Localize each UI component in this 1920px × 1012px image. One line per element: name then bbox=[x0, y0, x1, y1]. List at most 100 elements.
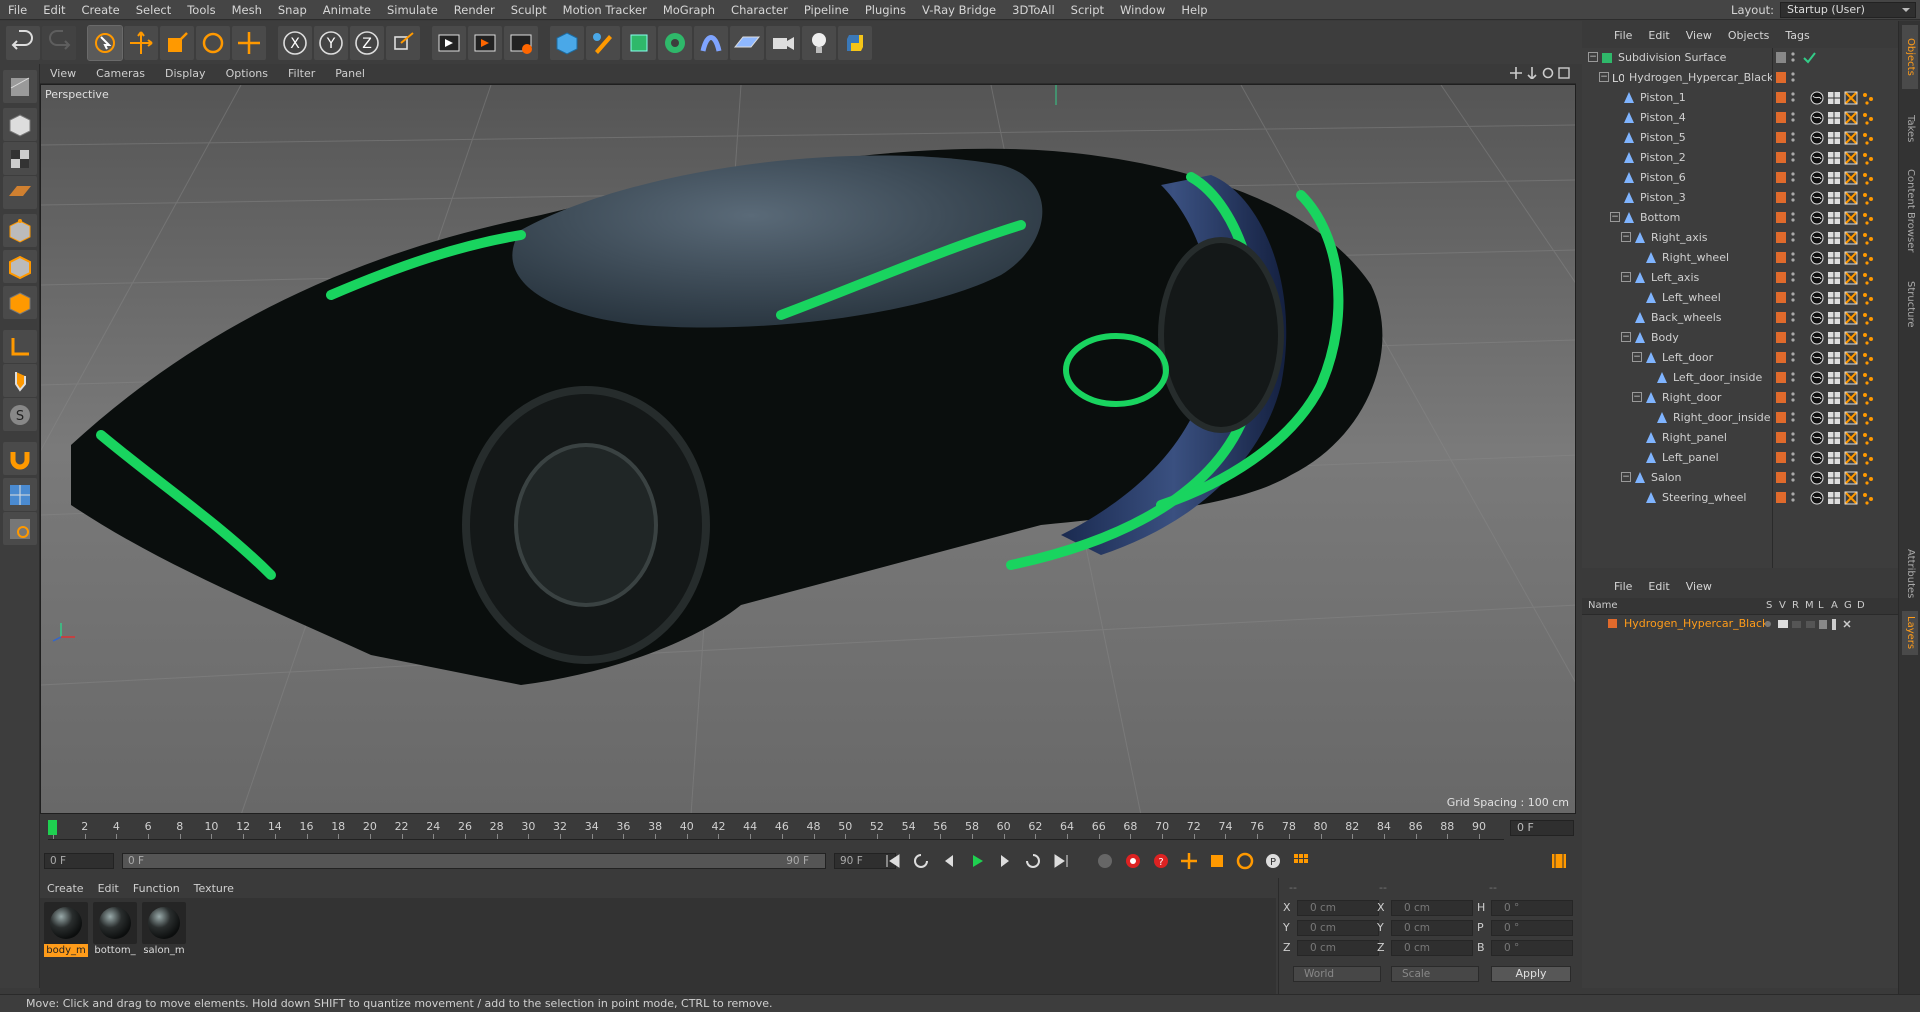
deformer-button[interactable] bbox=[694, 25, 728, 60]
uvw-tag-icon[interactable] bbox=[1827, 471, 1842, 485]
uvw-tag-icon[interactable] bbox=[1827, 451, 1842, 465]
weight-tag-icon[interactable] bbox=[1861, 291, 1876, 305]
motion-record-button[interactable] bbox=[1092, 850, 1118, 872]
menu-select[interactable]: Select bbox=[128, 0, 179, 20]
coord-value-field[interactable]: 0 cm bbox=[1391, 940, 1473, 956]
object-row[interactable]: Piston_5 bbox=[1582, 128, 1898, 148]
workplane-button[interactable] bbox=[3, 176, 37, 209]
texture-tag-icon[interactable] bbox=[1810, 271, 1825, 285]
coord-value-field[interactable]: 0 ° bbox=[1491, 900, 1573, 916]
enabled-check-icon[interactable] bbox=[1802, 51, 1817, 65]
layer-color-swatch[interactable] bbox=[1776, 432, 1786, 443]
viewport-menu-view[interactable]: View bbox=[40, 67, 86, 80]
play-button[interactable] bbox=[964, 850, 990, 872]
layer-color-swatch[interactable] bbox=[1776, 412, 1786, 423]
object-row[interactable]: Back_wheels bbox=[1582, 308, 1898, 328]
transform-button[interactable] bbox=[232, 25, 266, 60]
phong-tag-icon[interactable] bbox=[1844, 311, 1859, 325]
object-row[interactable]: Piston_4 bbox=[1582, 108, 1898, 128]
layer-color-swatch[interactable] bbox=[1776, 212, 1786, 223]
visibility-dots[interactable] bbox=[1790, 450, 1796, 464]
layer-color-swatch[interactable] bbox=[1776, 472, 1786, 483]
uvw-tag-icon[interactable] bbox=[1827, 111, 1842, 125]
phong-tag-icon[interactable] bbox=[1844, 351, 1859, 365]
menu-sculpt[interactable]: Sculpt bbox=[503, 0, 555, 20]
phong-tag-icon[interactable] bbox=[1844, 491, 1859, 505]
texture-tag-icon[interactable] bbox=[1810, 91, 1825, 105]
uvw-tag-icon[interactable] bbox=[1827, 91, 1842, 105]
menu-character[interactable]: Character bbox=[723, 0, 796, 20]
object-row[interactable]: − Subdivision Surface bbox=[1582, 48, 1898, 68]
points-mode-button[interactable] bbox=[3, 214, 37, 247]
object-row[interactable]: Left_door_inside bbox=[1582, 368, 1898, 388]
polygons-mode-button[interactable] bbox=[3, 286, 37, 319]
uvw-tag-icon[interactable] bbox=[1827, 151, 1842, 165]
tree-expander-icon[interactable]: − bbox=[1621, 232, 1631, 242]
uvw-tag-icon[interactable] bbox=[1827, 271, 1842, 285]
phong-tag-icon[interactable] bbox=[1844, 91, 1859, 105]
frame-range-slider[interactable]: 0 F 90 F bbox=[122, 853, 826, 869]
record-keys-button[interactable] bbox=[1120, 850, 1146, 872]
uvw-tag-icon[interactable] bbox=[1827, 131, 1842, 145]
3d-viewport[interactable]: Perspective Grid Spacing : 100 cm bbox=[40, 84, 1576, 814]
key-rotation-button[interactable] bbox=[1232, 850, 1258, 872]
key-pla-button[interactable] bbox=[1288, 850, 1314, 872]
coord-value-field[interactable]: 0 cm bbox=[1391, 900, 1473, 916]
grid-snap-button[interactable] bbox=[3, 478, 37, 511]
side-tab-layers[interactable]: Layers bbox=[1902, 611, 1918, 655]
object-row[interactable]: Piston_3 bbox=[1582, 188, 1898, 208]
visibility-dots[interactable] bbox=[1790, 270, 1796, 284]
layout-dropdown[interactable]: Startup (User) bbox=[1780, 2, 1916, 18]
phong-tag-icon[interactable] bbox=[1844, 451, 1859, 465]
object-row[interactable]: Right_door_inside bbox=[1582, 408, 1898, 428]
side-tab-attributes[interactable]: Attributes bbox=[1902, 541, 1918, 607]
object-menu-tags[interactable]: Tags bbox=[1777, 29, 1817, 42]
tree-expander-icon[interactable]: − bbox=[1588, 52, 1598, 62]
side-tab-content-browser[interactable]: Content Browser bbox=[1902, 161, 1918, 261]
undo-button[interactable] bbox=[6, 25, 40, 60]
menu-simulate[interactable]: Simulate bbox=[379, 0, 446, 20]
material-swatch[interactable]: bottom_ bbox=[93, 902, 137, 962]
texture-tag-icon[interactable] bbox=[1810, 191, 1825, 205]
cube-button[interactable] bbox=[550, 25, 584, 60]
weight-tag-icon[interactable] bbox=[1861, 91, 1876, 105]
layer-flags[interactable] bbox=[1762, 617, 1892, 634]
live-selection-button[interactable] bbox=[87, 24, 123, 61]
visibility-dots[interactable] bbox=[1790, 150, 1796, 164]
go-to-end-button[interactable] bbox=[1048, 850, 1074, 872]
render-view-button[interactable] bbox=[432, 25, 466, 60]
uvw-tag-icon[interactable] bbox=[1827, 231, 1842, 245]
menu-edit[interactable]: Edit bbox=[35, 0, 73, 20]
axis-mode-button[interactable] bbox=[3, 330, 37, 363]
layer-color-swatch[interactable] bbox=[1608, 619, 1617, 628]
material-menu-function[interactable]: Function bbox=[126, 882, 187, 895]
object-row[interactable]: Left_panel bbox=[1582, 448, 1898, 468]
texture-tag-icon[interactable] bbox=[1810, 431, 1825, 445]
side-tab-objects[interactable]: Objects bbox=[1902, 25, 1918, 89]
timeline-ruler[interactable]: 0246810121416182022242628303234363840424… bbox=[48, 820, 1504, 840]
material-menu-create[interactable]: Create bbox=[40, 882, 91, 895]
texture-tag-icon[interactable] bbox=[1810, 111, 1825, 125]
uvw-tag-icon[interactable] bbox=[1827, 171, 1842, 185]
uvw-tag-icon[interactable] bbox=[1827, 211, 1842, 225]
uvw-tag-icon[interactable] bbox=[1827, 491, 1842, 505]
texture-tag-icon[interactable] bbox=[1810, 451, 1825, 465]
render-settings-button[interactable] bbox=[504, 25, 538, 60]
object-menu-edit[interactable]: Edit bbox=[1640, 29, 1677, 42]
camera-button[interactable] bbox=[766, 25, 800, 60]
object-row[interactable]: Piston_1 bbox=[1582, 88, 1898, 108]
object-row[interactable]: − Body bbox=[1582, 328, 1898, 348]
weight-tag-icon[interactable] bbox=[1861, 491, 1876, 505]
object-row[interactable]: Left_wheel bbox=[1582, 288, 1898, 308]
viewport-menu-filter[interactable]: Filter bbox=[278, 67, 325, 80]
layer-color-swatch[interactable] bbox=[1776, 172, 1786, 183]
visibility-dots[interactable] bbox=[1790, 350, 1796, 364]
texture-tag-icon[interactable] bbox=[1810, 151, 1825, 165]
floor-button[interactable] bbox=[730, 25, 764, 60]
object-row[interactable]: − Right_door bbox=[1582, 388, 1898, 408]
z-axis-button[interactable]: Z bbox=[350, 25, 384, 60]
menu-help[interactable]: Help bbox=[1173, 0, 1215, 20]
x-axis-button[interactable]: X bbox=[278, 25, 312, 60]
object-row[interactable]: − Bottom bbox=[1582, 208, 1898, 228]
phong-tag-icon[interactable] bbox=[1844, 191, 1859, 205]
